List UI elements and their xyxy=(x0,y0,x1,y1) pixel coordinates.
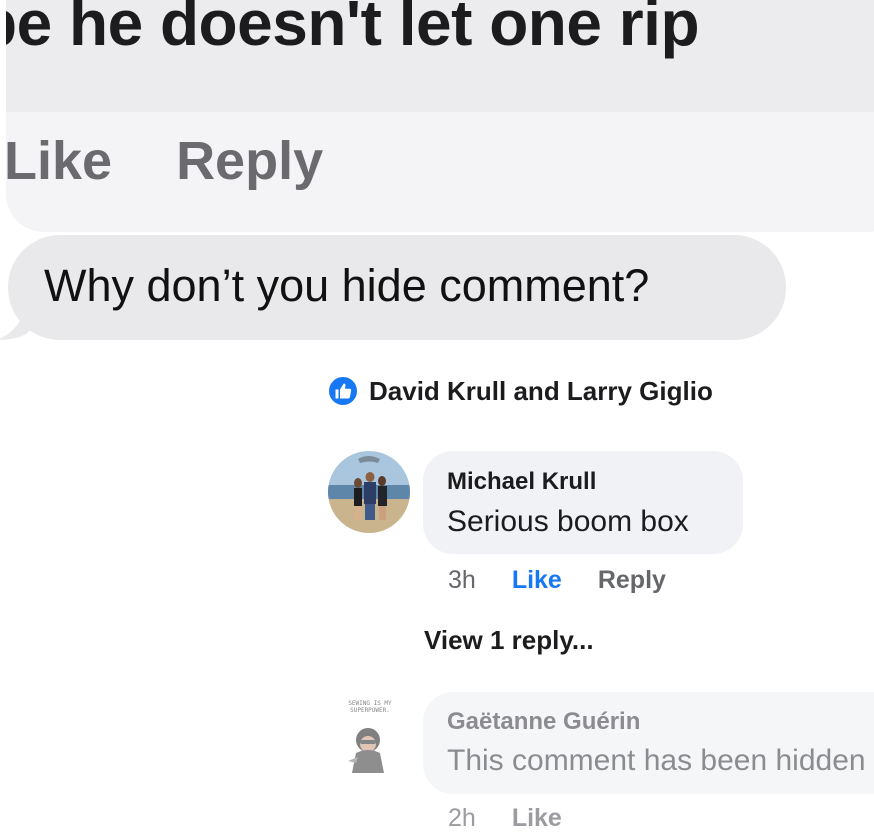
avatar[interactable]: SEWING IS MY SUPERPOWER. xyxy=(330,695,410,780)
comment-timestamp: 3h xyxy=(448,566,476,594)
avatar-badge-text-line-2: SUPERPOWER. xyxy=(350,707,390,714)
hidden-comment-notice: This comment has been hidden xyxy=(447,744,866,777)
top-reply-button[interactable]: Reply xyxy=(176,131,323,191)
like-icon xyxy=(327,375,359,407)
message-text: Why don’t you hide comment? xyxy=(44,260,650,311)
comment-text: Serious boom box xyxy=(447,505,689,538)
comment-actions: 2h Like xyxy=(448,804,562,833)
message-bubble-tail xyxy=(0,300,30,340)
top-comment-actions: Like Reply xyxy=(6,130,387,192)
top-comment-text: be he doesn't let one rip xyxy=(6,0,700,59)
comment-reply-button[interactable]: Reply xyxy=(598,566,666,595)
top-comment-bubble: be he doesn't let one rip Like Reply xyxy=(6,0,874,232)
screenshot-stage: be he doesn't let one rip Like Reply Why … xyxy=(0,0,874,837)
reactions-names: David Krull and Larry Giglio xyxy=(369,375,713,406)
view-replies-link[interactable]: View 1 reply... xyxy=(424,625,594,656)
comment-author[interactable]: Michael Krull xyxy=(447,468,596,496)
avatar[interactable] xyxy=(328,451,410,533)
comment-actions: 3h Like Reply xyxy=(448,566,666,595)
comment-like-button[interactable]: Like xyxy=(512,804,562,833)
top-like-button[interactable]: Like xyxy=(6,131,112,191)
reactions-row[interactable]: David Krull and Larry Giglio xyxy=(327,375,713,407)
comment-timestamp: 2h xyxy=(448,804,476,832)
comment-like-button[interactable]: Like xyxy=(512,566,562,595)
avatar-badge-text-line-1: SEWING IS MY xyxy=(348,700,392,707)
comment-author[interactable]: Gaëtanne Guérin xyxy=(447,708,640,736)
